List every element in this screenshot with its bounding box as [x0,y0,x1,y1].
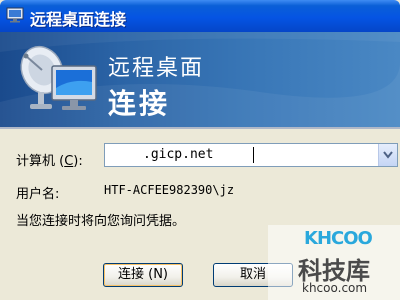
username-label: 用户名: [16,187,60,202]
header-banner: 远程桌面 连接 [0,32,400,127]
watermark: KHCOO 科技库 khcoo.com [268,225,400,300]
watermark-url: khcoo.com [302,281,368,295]
credentials-prompt: 当您连接时将向您询问凭据。 [16,214,186,229]
title-bar[interactable]: 远程桌面连接 [0,0,400,32]
computer-accesskey: C [64,154,74,169]
computer-input[interactable]: .gicp.net [143,147,213,162]
computer-label: 计算机 (C): [16,154,83,169]
chevron-down-icon [383,151,393,159]
monitor-with-dish-icon [20,45,97,110]
dropdown-button[interactable] [378,144,397,166]
window-title: 远程桌面连接 [30,10,127,29]
connect-button[interactable]: 连接 (N) [103,263,183,287]
banner-divider [0,127,400,129]
watermark-logo: KHCOO [304,228,373,249]
computer-combobox[interactable]: .gicp.net [104,143,398,167]
banner-title-line1: 远程桌面 [108,56,205,81]
remote-desktop-icon [6,7,24,23]
text-caret [253,147,254,163]
banner-title-line2: 连接 [108,87,171,120]
username-value: HTF-ACFEE982390\jz [104,183,235,197]
